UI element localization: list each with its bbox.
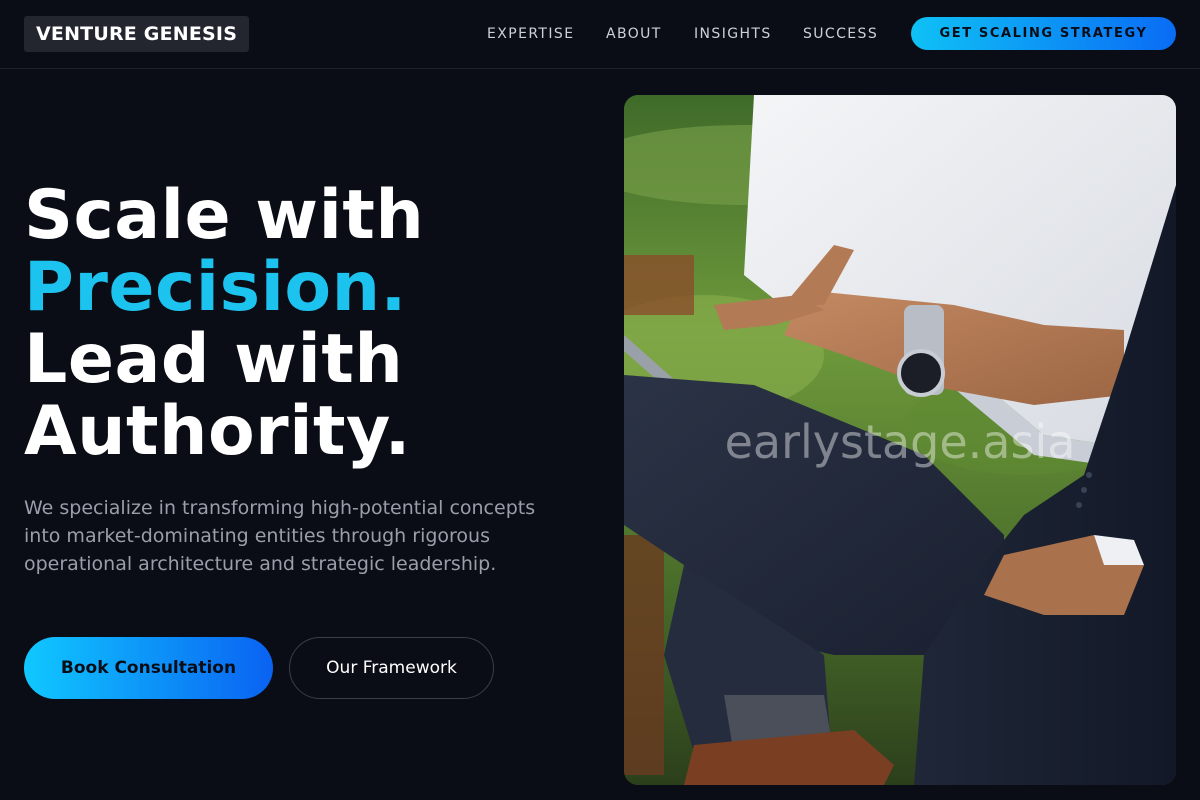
hero-title-line: Authority. xyxy=(24,392,411,471)
nav-link-about[interactable]: ABOUT xyxy=(606,24,662,44)
hero-title-accent: Precision. xyxy=(24,248,407,327)
hero-title: Scale with Precision. Lead with Authorit… xyxy=(24,180,584,468)
get-scaling-strategy-button[interactable]: GET SCALING STRATEGY xyxy=(911,17,1176,50)
hero-photo: earlystage.asia xyxy=(624,95,1176,785)
nav-link-expertise[interactable]: EXPERTISE xyxy=(487,24,574,44)
nav-link-success[interactable]: SUCCESS xyxy=(803,24,878,44)
watermark-text: earlystage.asia xyxy=(724,415,1076,469)
book-consultation-button[interactable]: Book Consultation xyxy=(24,637,273,699)
our-framework-button[interactable]: Our Framework xyxy=(289,637,494,699)
top-nav: VENTURE GENESIS EXPERTISE ABOUT INSIGHTS… xyxy=(0,0,1200,69)
hero-description: We specialize in transforming high-poten… xyxy=(24,497,536,575)
nav-link-insights[interactable]: INSIGHTS xyxy=(694,24,772,44)
hero-title-line: Lead with xyxy=(24,320,404,399)
hero-title-line: Scale with xyxy=(24,176,425,255)
